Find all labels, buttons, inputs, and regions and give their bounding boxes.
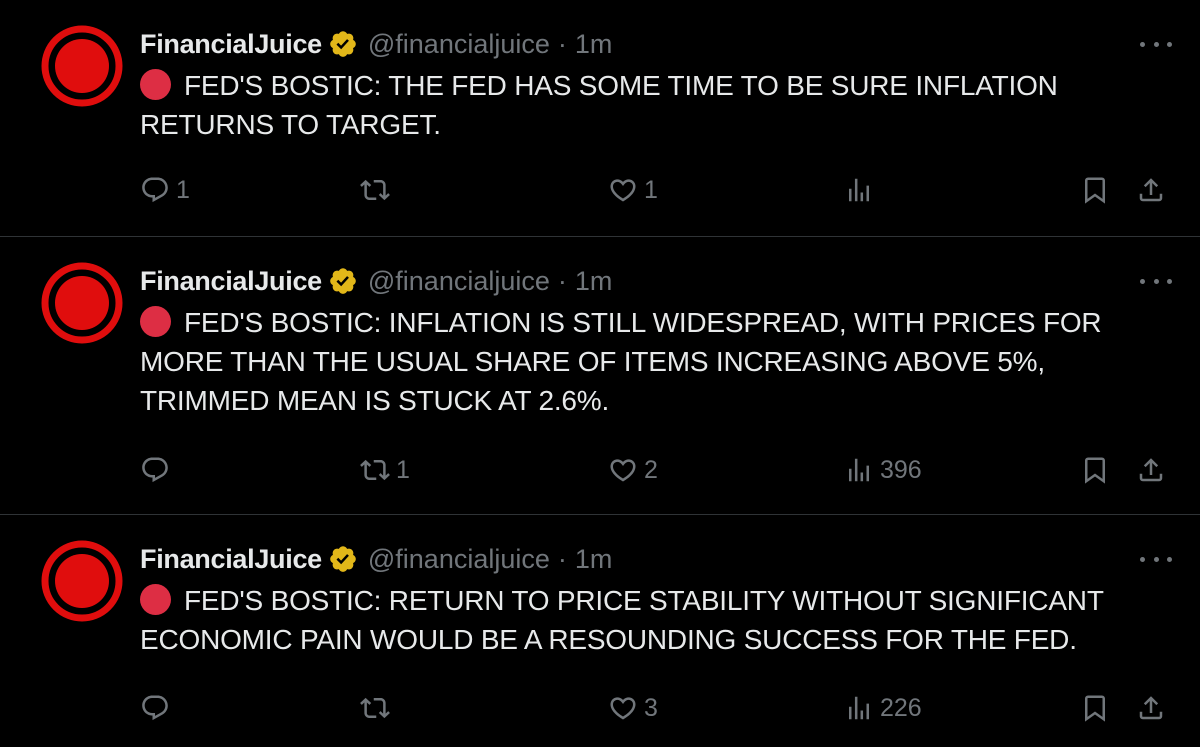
like-count: 3: [644, 693, 658, 722]
like-count: 2: [644, 455, 658, 484]
bookmark-icon: [1085, 695, 1105, 722]
reply-icon: [142, 177, 168, 203]
tweet-text: FED'S BOSTIC: THE FED HAS SOME TIME TO B…: [140, 66, 1160, 144]
retweet-button[interactable]: [360, 170, 396, 210]
analytics-bar-icon: [849, 458, 869, 482]
like-button[interactable]: 3: [608, 688, 658, 728]
view-count: 396: [880, 455, 922, 484]
financialjuice-logo-icon: [41, 25, 123, 107]
reply-button[interactable]: [140, 688, 176, 728]
financialjuice-logo-icon: [41, 262, 123, 344]
tweet[interactable]: FinancialJuice @financialjuice · 1m FED'…: [0, 515, 1200, 747]
red-circle-icon: [140, 69, 171, 100]
author-handle[interactable]: @financialjuice: [368, 266, 550, 297]
like-count: 1: [644, 175, 658, 204]
tweet-feed: FinancialJuice @financialjuice · 1m FED'…: [0, 0, 1200, 747]
views-button[interactable]: [844, 170, 880, 210]
timestamp[interactable]: 1m: [575, 266, 613, 297]
gold-verified-badge-icon[interactable]: [328, 544, 358, 574]
retweet-icon: [360, 459, 390, 481]
view-count: 226: [880, 693, 922, 722]
avatar[interactable]: [40, 24, 124, 108]
retweet-icon: [360, 697, 390, 719]
heart-icon: [610, 179, 636, 202]
retweet-button[interactable]: [360, 688, 396, 728]
views-button[interactable]: 396: [844, 450, 922, 490]
tweet-header: FinancialJuice @financialjuice · 1m: [140, 539, 612, 579]
retweet-count: 1: [396, 455, 410, 484]
separator-dot: ·: [557, 28, 567, 59]
tweet-header: FinancialJuice @financialjuice · 1m: [140, 261, 612, 301]
action-bar: 3 226: [140, 688, 1180, 728]
tweet-body: FED'S BOSTIC: THE FED HAS SOME TIME TO B…: [140, 70, 1058, 140]
tweet[interactable]: FinancialJuice @financialjuice · 1m FED'…: [0, 0, 1200, 237]
author-name[interactable]: FinancialJuice: [140, 29, 322, 60]
heart-icon: [610, 697, 636, 720]
bookmark-button[interactable]: [1080, 450, 1110, 490]
timestamp[interactable]: 1m: [575, 29, 613, 60]
views-button[interactable]: 226: [844, 688, 922, 728]
author-name[interactable]: FinancialJuice: [140, 544, 322, 575]
financialjuice-logo-icon: [41, 540, 123, 622]
share-icon: [1139, 178, 1163, 202]
separator-dot: ·: [557, 543, 567, 574]
gold-verified-badge-icon[interactable]: [328, 266, 358, 296]
analytics-bar-icon: [849, 696, 869, 720]
action-bar: 1 1: [140, 170, 1180, 210]
more-options-icon[interactable]: [1140, 34, 1172, 54]
action-bar: 1 2 396: [140, 450, 1180, 490]
like-button[interactable]: 2: [608, 450, 658, 490]
tweet-body: FED'S BOSTIC: INFLATION IS STILL WIDESPR…: [140, 307, 1102, 416]
share-button[interactable]: [1136, 688, 1166, 728]
author-handle[interactable]: @financialjuice: [368, 29, 550, 60]
more-options-icon[interactable]: [1140, 549, 1172, 569]
reply-button[interactable]: [140, 450, 176, 490]
like-button[interactable]: 1: [608, 170, 658, 210]
red-circle-icon: [140, 584, 171, 615]
bookmark-button[interactable]: [1080, 170, 1110, 210]
tweet-header: FinancialJuice @financialjuice · 1m: [140, 24, 612, 64]
avatar[interactable]: [40, 539, 124, 623]
timestamp[interactable]: 1m: [575, 544, 613, 575]
reply-icon: [142, 695, 168, 721]
tweet-body: FED'S BOSTIC: RETURN TO PRICE STABILITY …: [140, 585, 1104, 655]
author-handle[interactable]: @financialjuice: [368, 544, 550, 575]
analytics-bar-icon: [849, 178, 869, 202]
tweet-text: FED'S BOSTIC: INFLATION IS STILL WIDESPR…: [140, 303, 1160, 420]
red-circle-icon: [140, 306, 171, 337]
author-name[interactable]: FinancialJuice: [140, 266, 322, 297]
bookmark-button[interactable]: [1080, 688, 1110, 728]
share-icon: [1139, 458, 1163, 482]
tweet-text: FED'S BOSTIC: RETURN TO PRICE STABILITY …: [140, 581, 1160, 659]
tweet[interactable]: FinancialJuice @financialjuice · 1m FED'…: [0, 237, 1200, 515]
avatar[interactable]: [40, 261, 124, 345]
separator-dot: ·: [557, 265, 567, 296]
gold-verified-badge-icon[interactable]: [328, 29, 358, 59]
more-options-icon[interactable]: [1140, 271, 1172, 291]
retweet-icon: [360, 179, 390, 201]
bookmark-icon: [1085, 177, 1105, 204]
share-button[interactable]: [1136, 450, 1166, 490]
reply-icon: [142, 457, 168, 483]
share-button[interactable]: [1136, 170, 1166, 210]
share-icon: [1139, 696, 1163, 720]
retweet-button[interactable]: 1: [360, 450, 410, 490]
reply-button[interactable]: 1: [140, 170, 190, 210]
heart-icon: [610, 459, 636, 482]
bookmark-icon: [1085, 457, 1105, 484]
reply-count: 1: [176, 175, 190, 204]
